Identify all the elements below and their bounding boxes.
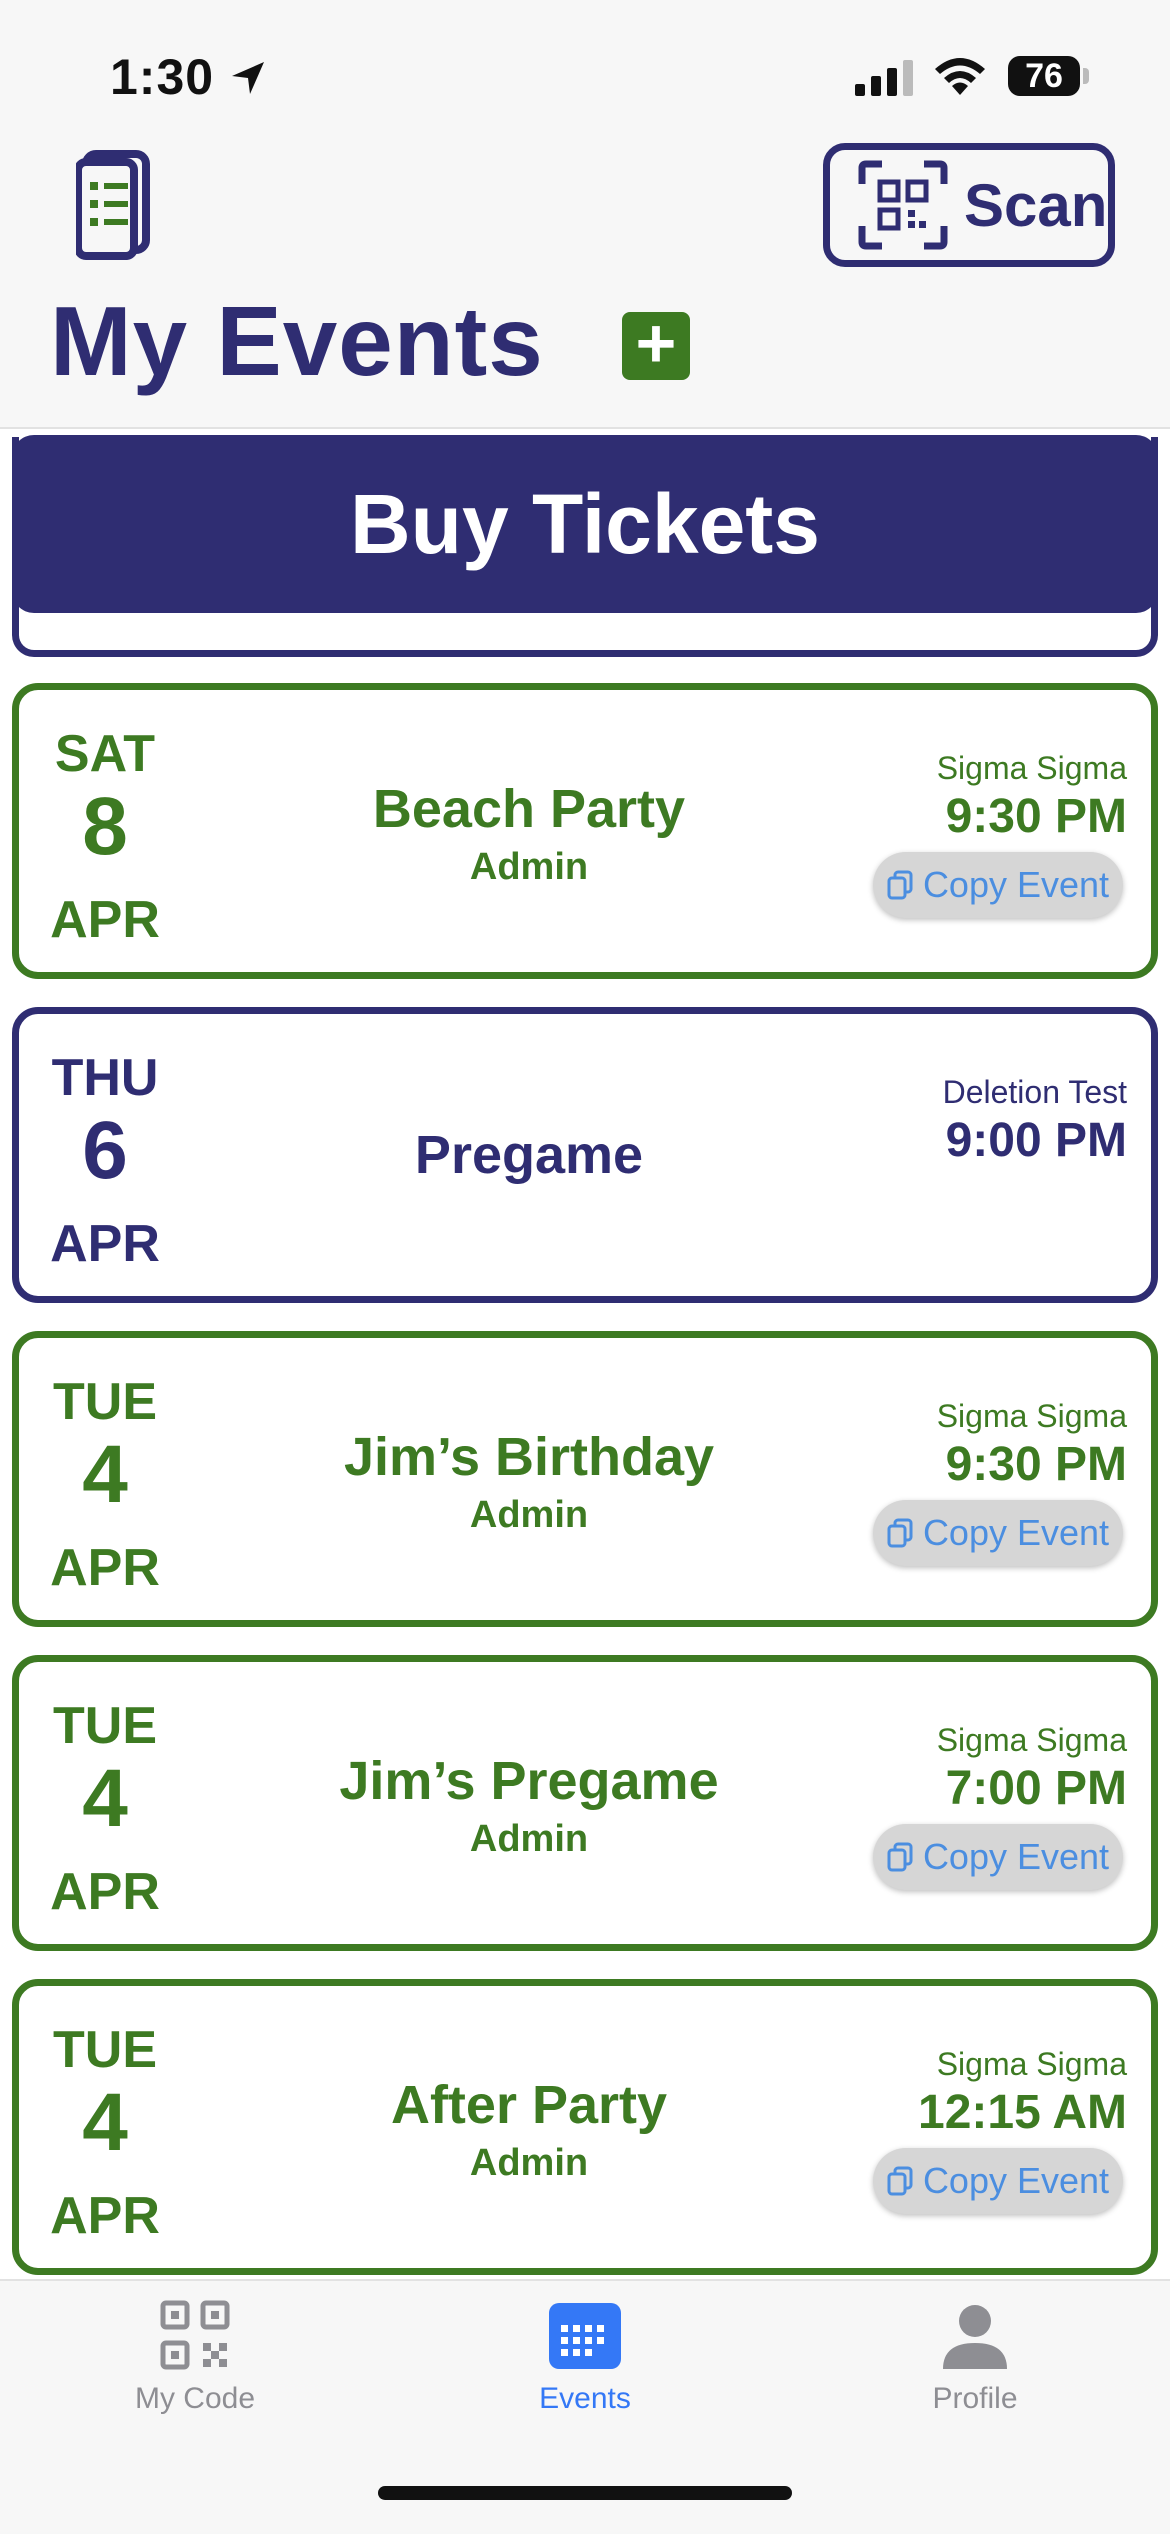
page-title: My Events xyxy=(50,286,544,396)
event-organization: Sigma Sigma xyxy=(936,1722,1127,1758)
tab-my-code[interactable]: My Code xyxy=(45,2299,345,2416)
event-organization: Sigma Sigma xyxy=(936,750,1127,786)
qr-scan-icon xyxy=(858,160,948,250)
copy-event-label: Copy Event xyxy=(922,1836,1110,1877)
events-list[interactable]: Buy Tickets SAT 8 APR Beach Party Admin … xyxy=(0,429,1170,2279)
event-name: Jim’s Pregame xyxy=(339,1751,719,1811)
event-name: After Party xyxy=(390,2075,668,2135)
event-card[interactable]: TUE 4 APR Jim’s Birthday Admin Sigma Sig… xyxy=(12,1331,1158,1627)
copy-icon xyxy=(887,1518,913,1548)
copy-icon xyxy=(887,1842,913,1872)
event-role: Admin xyxy=(469,2142,589,2184)
event-time: 9:30 PM xyxy=(945,790,1127,843)
event-role: Admin xyxy=(469,1494,589,1536)
event-month: APR xyxy=(50,1539,160,1597)
event-day: 4 xyxy=(82,1753,128,1844)
event-organization: Deletion Test xyxy=(942,1074,1127,1110)
event-info: Beach Party Admin xyxy=(269,778,789,889)
event-weekday: TUE xyxy=(53,1697,157,1755)
event-organization: Sigma Sigma xyxy=(936,2046,1127,2082)
event-time: 12:15 AM xyxy=(918,2086,1127,2139)
event-card[interactable]: SAT 8 APR Beach Party Admin Sigma Sigma … xyxy=(12,683,1158,979)
event-date: SAT 8 APR xyxy=(19,690,191,972)
event-month: APR xyxy=(50,891,160,949)
event-day: 8 xyxy=(82,781,128,872)
event-card[interactable]: TUE 4 APR Jim’s Pregame Admin Sigma Sigm… xyxy=(12,1655,1158,1951)
event-info: Jim’s Birthday Admin xyxy=(269,1426,789,1537)
event-weekday: THU xyxy=(51,1049,159,1107)
event-weekday: TUE xyxy=(53,1373,157,1431)
status-time: 1:30 xyxy=(110,49,215,105)
event-weekday: SAT xyxy=(54,725,156,783)
tab-label: Profile xyxy=(932,2382,1018,2415)
copy-event-label: Copy Event xyxy=(922,864,1110,905)
event-name: Jim’s Birthday xyxy=(343,1427,715,1487)
event-meta: Sigma Sigma 7:00 PM xyxy=(937,1722,1127,1816)
event-name: Pregame xyxy=(414,1125,644,1185)
event-day: 6 xyxy=(82,1105,128,1196)
home-indicator xyxy=(378,2486,792,2500)
event-meta: Sigma Sigma 9:30 PM xyxy=(937,1398,1127,1492)
event-month: APR xyxy=(50,2187,160,2245)
copy-icon xyxy=(887,2166,913,2196)
calendar-icon xyxy=(549,2303,621,2369)
battery-cap xyxy=(1083,68,1089,84)
cellular-signal-icon xyxy=(855,60,913,96)
scan-label: Scan xyxy=(964,171,1108,239)
tab-label: My Code xyxy=(134,2382,256,2415)
copy-event-button[interactable]: Copy Event xyxy=(873,2148,1123,2214)
event-time: 9:00 PM xyxy=(945,1114,1127,1167)
list-document-icon[interactable] xyxy=(76,150,152,260)
event-info: Pregame xyxy=(269,1124,789,1186)
scan-button[interactable]: Scan xyxy=(823,143,1115,267)
event-card[interactable]: TUE 4 APR After Party Admin Sigma Sigma … xyxy=(12,1979,1158,2275)
event-info: Jim’s Pregame Admin xyxy=(269,1750,789,1861)
event-day: 4 xyxy=(82,2077,128,2168)
event-meta: Sigma Sigma 12:15 AM xyxy=(918,2046,1127,2140)
qr-code-icon xyxy=(160,2300,230,2370)
copy-event-button[interactable]: Copy Event xyxy=(873,1824,1123,1890)
tab-events[interactable]: Events xyxy=(435,2299,735,2416)
event-month: APR xyxy=(50,1215,160,1273)
event-date: THU 6 APR xyxy=(19,1014,191,1296)
buy-tickets-button[interactable]: Buy Tickets xyxy=(12,435,1158,613)
event-time: 7:00 PM xyxy=(945,1762,1127,1815)
copy-event-label: Copy Event xyxy=(922,2160,1110,2201)
event-card[interactable]: THU 6 APR Pregame Deletion Test 9:00 PM xyxy=(12,1007,1158,1303)
event-time: 9:30 PM xyxy=(945,1438,1127,1491)
event-name: Beach Party xyxy=(372,779,686,839)
copy-icon xyxy=(887,870,913,900)
copy-event-button[interactable]: Copy Event xyxy=(873,1500,1123,1566)
event-meta: Deletion Test 9:00 PM xyxy=(943,1074,1127,1168)
event-month: APR xyxy=(50,1863,160,1921)
battery-indicator: 76 xyxy=(1008,56,1080,96)
event-meta: Sigma Sigma 9:30 PM xyxy=(937,750,1127,844)
add-event-button[interactable]: + xyxy=(622,308,690,380)
copy-event-button[interactable]: Copy Event xyxy=(873,852,1123,918)
location-arrow-icon xyxy=(232,62,264,94)
copy-event-label: Copy Event xyxy=(922,1512,1110,1553)
event-weekday: TUE xyxy=(53,2021,157,2079)
event-organization: Sigma Sigma xyxy=(936,1398,1127,1434)
tab-label: Events xyxy=(539,2382,631,2415)
event-date: TUE 4 APR xyxy=(19,1986,191,2268)
event-role: Admin xyxy=(469,1818,589,1860)
event-info: After Party Admin xyxy=(269,2074,789,2185)
event-day: 4 xyxy=(82,1429,128,1520)
tab-profile[interactable]: Profile xyxy=(825,2299,1125,2416)
event-date: TUE 4 APR xyxy=(19,1338,191,1620)
event-role: Admin xyxy=(469,846,589,888)
event-date: TUE 4 APR xyxy=(19,1662,191,1944)
person-icon xyxy=(943,2305,1007,2369)
wifi-icon xyxy=(935,58,985,95)
status-bar: 1:30 76 xyxy=(0,0,1170,140)
